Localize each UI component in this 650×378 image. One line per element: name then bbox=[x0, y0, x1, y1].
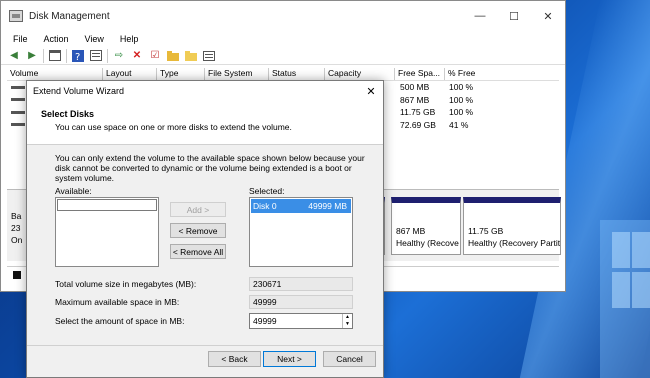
forward-arrow-icon[interactable]: ▶ bbox=[25, 49, 39, 63]
check-icon[interactable]: ☑ bbox=[148, 49, 162, 63]
toolbar-separator bbox=[66, 48, 67, 63]
menu-view[interactable]: View bbox=[77, 34, 112, 44]
selected-disk-name: Disk 0 bbox=[253, 201, 277, 211]
cancel-button[interactable]: Cancel bbox=[323, 351, 376, 367]
partition-size: 867 MB bbox=[396, 226, 426, 236]
menu-bar: File Action View Help bbox=[1, 31, 565, 47]
partition-status: Healthy (Recovery Partit bbox=[468, 238, 560, 248]
column-volume[interactable]: Volume bbox=[7, 68, 103, 80]
volume-percent-free: 41 % bbox=[449, 119, 469, 130]
disk-management-app-icon bbox=[9, 10, 23, 22]
column-type[interactable]: Type bbox=[157, 68, 205, 80]
wizard-heading: Select Disks bbox=[41, 109, 95, 119]
unallocated-legend-swatch bbox=[13, 271, 21, 279]
menu-action[interactable]: Action bbox=[36, 34, 77, 44]
volume-percent-free: 100 % bbox=[449, 107, 474, 118]
column-layout[interactable]: Layout bbox=[103, 68, 157, 80]
wizard-description: You can only extend the volume to the av… bbox=[55, 153, 365, 183]
column-capacity[interactable]: Capacity bbox=[325, 68, 395, 80]
menu-help[interactable]: Help bbox=[112, 34, 147, 44]
toolbar-separator bbox=[107, 48, 108, 63]
column-file-system[interactable]: File System bbox=[205, 68, 269, 80]
remove-button[interactable]: < Remove bbox=[170, 223, 226, 238]
selected-label: Selected: bbox=[249, 186, 285, 196]
help-icon[interactable]: ? bbox=[71, 49, 85, 63]
partition-status: Healthy (Recove bbox=[396, 238, 459, 248]
column-free-space[interactable]: Free Spa... bbox=[395, 68, 445, 80]
wizard-close-button[interactable]: ✕ bbox=[359, 85, 383, 98]
wizard-title-bar: Extend Volume Wizard ✕ bbox=[27, 81, 383, 101]
max-space-label: Maximum available space in MB: bbox=[55, 297, 180, 307]
column-status[interactable]: Status bbox=[269, 68, 325, 80]
volume-free-space: 11.75 GB bbox=[400, 107, 436, 118]
available-disks-focus-row[interactable] bbox=[57, 199, 157, 211]
total-size-label: Total volume size in megabytes (MB): bbox=[55, 279, 197, 289]
minimize-button[interactable]: — bbox=[463, 1, 497, 31]
folder-icon[interactable] bbox=[184, 49, 198, 63]
wizard-title: Extend Volume Wizard bbox=[33, 86, 125, 96]
available-disks-list[interactable] bbox=[55, 197, 159, 267]
stepper-down-icon[interactable]: ▼ bbox=[343, 321, 352, 328]
toolbar: ◀ ▶ ? ⇨ ✕ ☑ bbox=[1, 47, 565, 65]
menu-file[interactable]: File bbox=[5, 34, 36, 44]
selected-disks-list[interactable]: Disk 0 49999 MB bbox=[249, 197, 353, 267]
delete-icon[interactable]: ✕ bbox=[130, 49, 144, 63]
wizard-body: You can only extend the volume to the av… bbox=[27, 145, 383, 346]
stepper-arrows: ▲ ▼ bbox=[342, 314, 352, 328]
volume-row-icon bbox=[11, 123, 25, 127]
window-title: Disk Management bbox=[29, 10, 110, 22]
total-size-value: 230671 bbox=[249, 277, 353, 291]
column-percent-free[interactable]: % Free bbox=[445, 68, 525, 80]
console-tree-icon[interactable] bbox=[48, 49, 62, 63]
amount-space-value[interactable]: 49999 bbox=[253, 316, 277, 326]
extend-volume-wizard: Extend Volume Wizard ✕ Select Disks You … bbox=[26, 80, 384, 378]
svg-text:?: ? bbox=[75, 52, 80, 62]
wizard-subheading: You can use space on one or more disks t… bbox=[55, 122, 292, 132]
partition-recovery-11gb[interactable]: 11.75 GB Healthy (Recovery Partit bbox=[463, 197, 561, 255]
selected-disk-item[interactable]: Disk 0 49999 MB bbox=[251, 199, 351, 213]
close-button[interactable]: ✕ bbox=[531, 1, 565, 31]
connect-icon[interactable]: ⇨ bbox=[112, 49, 126, 63]
amount-space-stepper[interactable]: 49999 ▲ ▼ bbox=[249, 313, 353, 329]
disk-0-label: Ba 23 On bbox=[11, 210, 22, 246]
available-label: Available: bbox=[55, 186, 92, 196]
toolbar-separator bbox=[43, 48, 44, 63]
wizard-header: Select Disks You can use space on one or… bbox=[27, 101, 383, 145]
volume-free-space: 500 MB bbox=[400, 82, 430, 93]
next-button[interactable]: Next > bbox=[263, 351, 316, 367]
remove-all-button[interactable]: < Remove All bbox=[170, 244, 226, 259]
maximize-button[interactable]: ☐ bbox=[497, 1, 531, 31]
max-space-value: 49999 bbox=[249, 295, 353, 309]
volume-row-icon bbox=[11, 85, 25, 89]
add-button[interactable]: Add > bbox=[170, 202, 226, 217]
volume-free-space: 72.69 GB bbox=[400, 119, 436, 130]
selected-disk-size: 49999 MB bbox=[308, 201, 347, 211]
properties-icon[interactable] bbox=[89, 49, 103, 63]
volume-percent-free: 100 % bbox=[449, 82, 474, 93]
stepper-up-icon[interactable]: ▲ bbox=[343, 314, 352, 321]
windows-logo bbox=[612, 232, 650, 312]
partition-size: 11.75 GB bbox=[468, 226, 504, 236]
volume-free-space: 867 MB bbox=[400, 94, 430, 105]
back-button[interactable]: < Back bbox=[208, 351, 261, 367]
volume-percent-free: 100 % bbox=[449, 94, 474, 105]
folder-open-icon[interactable] bbox=[166, 49, 180, 63]
back-arrow-icon[interactable]: ◀ bbox=[7, 49, 21, 63]
volume-row-icon bbox=[11, 110, 25, 114]
list-view-icon[interactable] bbox=[202, 49, 216, 63]
disk-label-line: Ba bbox=[11, 211, 22, 221]
amount-space-label: Select the amount of space in MB: bbox=[55, 316, 185, 326]
disk-label-line: On bbox=[11, 235, 23, 245]
title-bar: Disk Management — ☐ ✕ bbox=[1, 1, 565, 31]
disk-label-line: 23 bbox=[11, 223, 21, 233]
volume-row-icon bbox=[11, 98, 25, 102]
partition-recovery-867mb[interactable]: 867 MB Healthy (Recove bbox=[391, 197, 461, 255]
